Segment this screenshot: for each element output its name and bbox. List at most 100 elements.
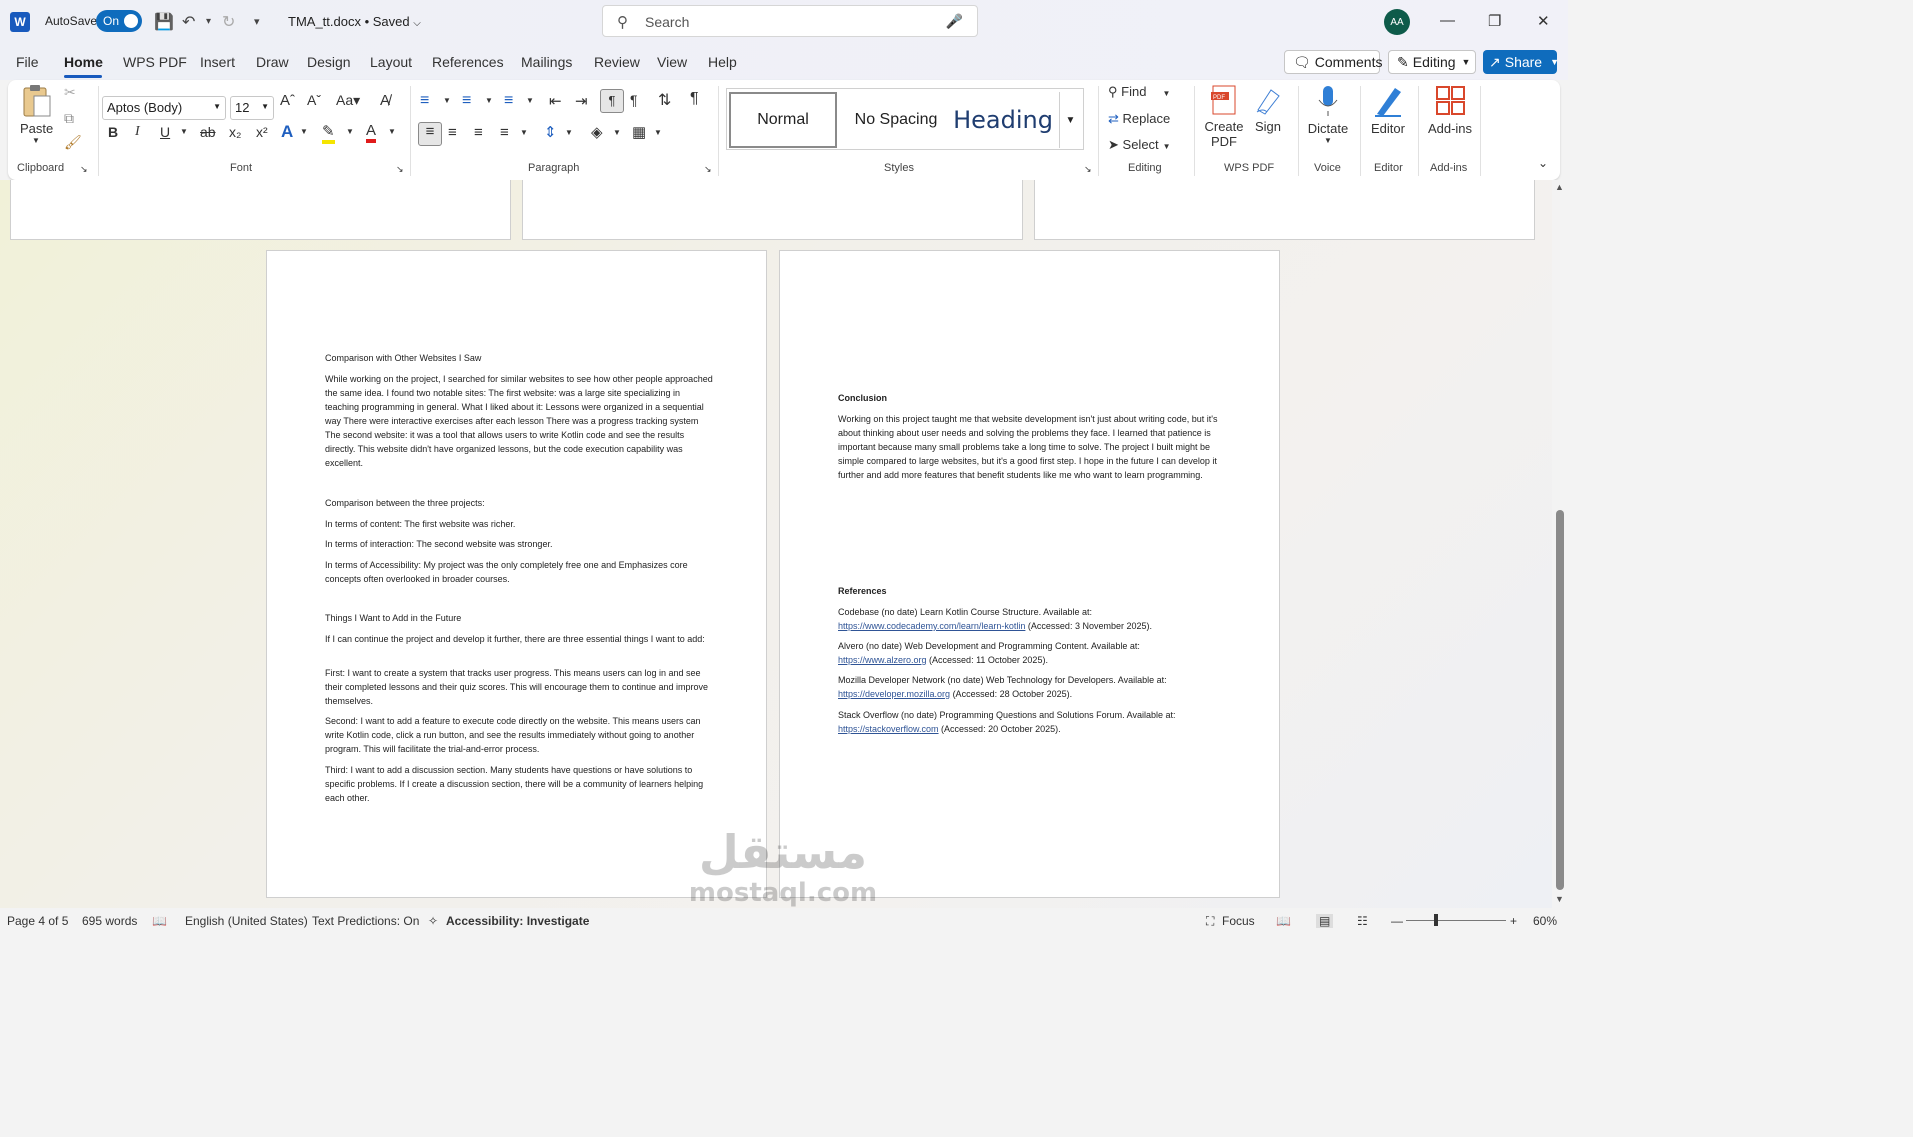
strikethrough-icon[interactable]: ab [200, 124, 216, 140]
chevron-down-icon[interactable]: ▼ [388, 127, 396, 136]
format-painter-icon[interactable]: 🖌 [64, 134, 82, 151]
minimize-icon[interactable]: — [1440, 12, 1455, 29]
zoom-out-icon[interactable]: — [1391, 914, 1403, 928]
chevron-down-icon[interactable]: ▼ [443, 96, 451, 105]
chevron-down-icon[interactable]: ▼ [520, 128, 528, 137]
focus-icon[interactable]: ⛶ [1206, 914, 1214, 929]
create-pdf-button[interactable]: PDF Create PDF [1202, 84, 1246, 149]
share-button[interactable]: ↗ Share ▼ [1483, 50, 1559, 74]
print-layout-icon[interactable]: ▤ [1316, 914, 1334, 928]
tab-design[interactable]: Design [307, 54, 351, 70]
numbering-icon[interactable]: ≡ [462, 92, 471, 110]
reference-link[interactable]: https://developer.mozilla.org [838, 689, 950, 699]
undo-icon[interactable]: ↶ [182, 12, 195, 32]
chevron-down-icon[interactable]: ▼ [526, 96, 534, 105]
tab-mailings[interactable]: Mailings [521, 54, 572, 70]
align-center-icon[interactable]: ≡ [448, 124, 457, 141]
autosave-toggle[interactable]: On [96, 10, 142, 32]
web-layout-icon[interactable]: ☷ [1357, 914, 1368, 928]
save-icon[interactable]: 💾 [154, 12, 174, 32]
tab-review[interactable]: Review [594, 54, 640, 70]
clear-formatting-icon[interactable]: A̸ [380, 92, 390, 109]
dialog-launcher-icon[interactable]: ↘ [704, 164, 712, 175]
styles-more-icon[interactable]: ▼ [1059, 92, 1081, 148]
style-heading[interactable]: Heading [953, 92, 1053, 148]
chevron-down-icon[interactable]: ▼ [565, 128, 573, 137]
multilevel-list-icon[interactable]: ≡ [504, 92, 513, 110]
tab-home[interactable]: Home [64, 54, 103, 70]
tab-wps-pdf[interactable]: WPS PDF [123, 54, 187, 70]
chevron-down-icon[interactable]: ▼ [613, 128, 621, 137]
show-formatting-marks-icon[interactable]: ¶ [690, 90, 699, 108]
dialog-launcher-icon[interactable]: ↘ [396, 164, 404, 175]
style-normal[interactable]: Normal [729, 92, 837, 148]
bullets-icon[interactable]: ≡ [420, 92, 429, 110]
align-right-icon[interactable]: ≡ [474, 124, 483, 141]
grow-font-icon[interactable]: Aˆ [280, 92, 295, 109]
collapse-ribbon-icon[interactable]: ⌄ [1538, 156, 1548, 170]
change-case-icon[interactable]: Aa▾ [336, 92, 360, 109]
decrease-indent-icon[interactable]: ⇤ [549, 92, 562, 110]
focus-button[interactable]: Focus [1222, 914, 1255, 928]
tab-file[interactable]: File [16, 54, 39, 70]
editor-button[interactable]: Editor [1368, 84, 1408, 136]
tab-help[interactable]: Help [708, 54, 737, 70]
superscript-icon[interactable]: x² [256, 124, 268, 140]
chevron-down-icon[interactable]: ▼ [485, 96, 493, 105]
select-button[interactable]: ➤ Select ▼ [1108, 137, 1190, 153]
zoom-level[interactable]: 60% [1533, 914, 1557, 928]
read-mode-icon[interactable]: 📖 [1276, 914, 1291, 928]
line-spacing-icon[interactable]: ⇕ [544, 123, 557, 141]
increase-indent-icon[interactable]: ⇥ [575, 92, 588, 110]
restore-icon[interactable]: ❐ [1488, 12, 1501, 30]
zoom-in-icon[interactable]: + [1510, 914, 1517, 928]
text-predictions-status[interactable]: Text Predictions: On [312, 914, 419, 928]
reference-link[interactable]: https://www.codecademy.com/learn/learn-k… [838, 621, 1025, 631]
ltr-direction-icon[interactable]: ¶ [600, 89, 624, 113]
chevron-down-icon[interactable]: ▼ [180, 127, 188, 136]
paste-button[interactable]: Paste ▼ [20, 84, 53, 145]
zoom-slider[interactable] [1406, 914, 1506, 926]
tab-references[interactable]: References [432, 54, 504, 70]
reference-link[interactable]: https://stackoverflow.com [838, 724, 939, 734]
tab-layout[interactable]: Layout [370, 54, 412, 70]
scroll-down-icon[interactable]: ▼ [1555, 894, 1564, 904]
text-effects-icon[interactable]: A [281, 122, 293, 142]
italic-icon[interactable]: I [135, 124, 140, 140]
chevron-down-icon[interactable]: ▼ [654, 128, 662, 137]
reference-link[interactable]: https://www.alzero.org [838, 655, 927, 665]
language-indicator[interactable]: English (United States) [185, 914, 308, 928]
style-no-spacing[interactable]: No Spacing [841, 92, 951, 148]
close-icon[interactable]: ✕ [1537, 12, 1550, 30]
chevron-down-icon[interactable]: ▼ [300, 127, 308, 136]
tab-draw[interactable]: Draw [256, 54, 289, 70]
zoom-slider-thumb[interactable] [1434, 914, 1438, 926]
font-name-select[interactable]: Aptos (Body) ▼ [102, 96, 226, 120]
tab-insert[interactable]: Insert [200, 54, 235, 70]
search-box[interactable]: ⚲ Search 🎤 [602, 5, 978, 37]
find-button[interactable]: ⚲ Find ▼ [1108, 84, 1190, 100]
borders-icon[interactable]: ▦ [632, 123, 646, 141]
word-count[interactable]: 695 words [82, 914, 137, 928]
rtl-direction-icon[interactable]: ¶ [630, 92, 638, 108]
tab-view[interactable]: View [657, 54, 687, 70]
cut-icon[interactable]: ✂ [64, 84, 76, 101]
shrink-font-icon[interactable]: Aˇ [307, 92, 321, 108]
underline-icon[interactable]: U [160, 124, 170, 140]
document-name[interactable]: TMA_tt.docx • Saved ⌵ [288, 14, 421, 29]
vertical-scrollbar[interactable]: ▲ ▼ [1552, 180, 1568, 908]
accessibility-status[interactable]: Accessibility: Investigate [446, 914, 589, 928]
shading-icon[interactable]: ◈ [591, 123, 603, 141]
document-page-left[interactable]: Comparison with Other Websites I Saw Whi… [266, 250, 767, 898]
avatar[interactable]: AA [1384, 9, 1410, 35]
scroll-up-icon[interactable]: ▲ [1555, 182, 1564, 192]
copy-icon[interactable]: ⧉ [64, 110, 74, 127]
dialog-launcher-icon[interactable]: ↘ [80, 164, 88, 175]
replace-button[interactable]: ⇄ Replace [1108, 111, 1190, 127]
dialog-launcher-icon[interactable]: ↘ [1084, 164, 1092, 175]
proofing-icon[interactable]: 📖 [152, 914, 167, 928]
scrollbar-thumb[interactable] [1556, 510, 1564, 890]
add-ins-button[interactable]: Add-ins [1424, 84, 1476, 136]
accessibility-icon[interactable]: ✧ [428, 914, 438, 928]
document-page-right[interactable]: Conclusion Working on this project taugh… [779, 250, 1280, 898]
